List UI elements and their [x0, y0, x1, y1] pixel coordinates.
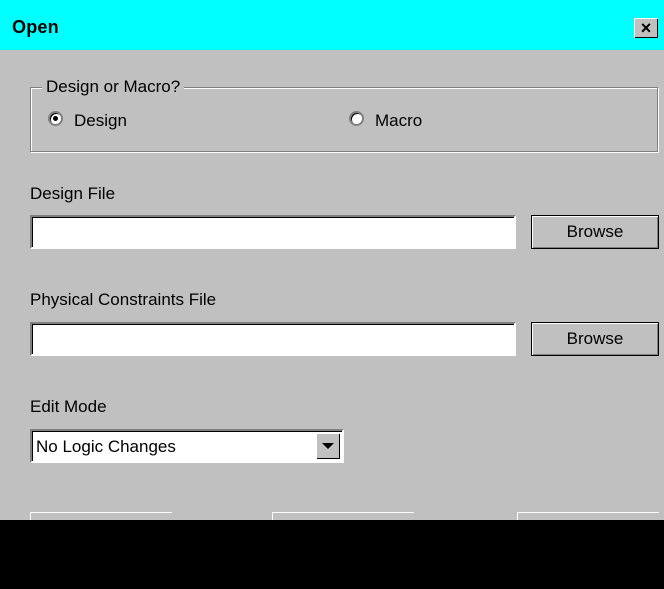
macro-radio[interactable]: [349, 111, 364, 126]
constraints-file-label: Physical Constraints File: [30, 290, 217, 309]
constraints-file-input[interactable]: [30, 322, 516, 356]
blackout-region: [0, 520, 664, 589]
title-bar: Open ×: [0, 0, 664, 50]
edit-mode-select[interactable]: No Logic Changes: [30, 429, 344, 463]
macro-radio-label[interactable]: Macro: [375, 111, 422, 131]
design-file-label: Design File: [30, 184, 116, 203]
edit-mode-value: No Logic Changes: [36, 437, 176, 456]
design-file-browse-button[interactable]: Browse: [531, 215, 659, 249]
group-legend: Design or Macro?: [42, 77, 185, 97]
chevron-down-icon[interactable]: [316, 433, 340, 459]
design-file-input[interactable]: [30, 215, 516, 249]
close-icon: ×: [640, 18, 652, 38]
dialog-title: Open: [12, 17, 59, 37]
close-button[interactable]: ×: [634, 18, 658, 38]
design-radio-label[interactable]: Design: [74, 111, 127, 131]
constraints-file-browse-button[interactable]: Browse: [531, 322, 659, 356]
design-radio[interactable]: [48, 111, 63, 126]
edit-mode-label: Edit Mode: [30, 397, 107, 416]
